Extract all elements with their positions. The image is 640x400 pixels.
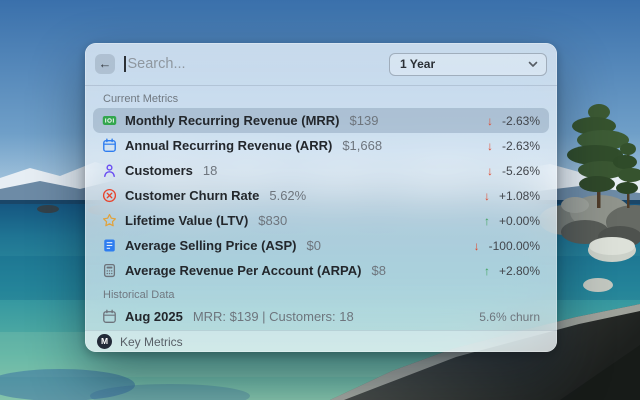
star-icon [102, 213, 117, 228]
metric-change: -100.00% [488, 238, 540, 253]
trend-up-icon: ↑ [483, 213, 490, 228]
app-logo-icon: M [97, 334, 112, 349]
calendar-blue-icon [102, 138, 117, 153]
banknote-icon [102, 113, 117, 128]
metric-title: Customer Churn Rate [125, 188, 260, 203]
key-metrics-window: ← 1 Year Current Metrics Monthly Recurrin… [85, 43, 557, 352]
calendar-gray-icon [102, 309, 117, 324]
metric-value: 5.62% [269, 188, 307, 203]
period-dropdown[interactable]: 1 Year [389, 52, 547, 76]
metric-title: Aug 2025 [125, 309, 183, 324]
trend-down-icon: ↓ [486, 113, 493, 128]
metric-row[interactable]: Average Revenue Per Account (ARPA) $8 ↑ +2.… [93, 258, 549, 283]
x-circle-icon [102, 188, 117, 203]
search-input[interactable] [125, 56, 380, 72]
metric-change: -5.26% [501, 163, 540, 178]
metric-title: Annual Recurring Revenue (ARR) [125, 138, 333, 153]
metric-title: Monthly Recurring Revenue (MRR) [125, 113, 340, 128]
trend-down-icon: ↓ [486, 163, 493, 178]
period-dropdown-value: 1 Year [400, 57, 436, 71]
metric-title: Average Revenue Per Account (ARPA) [125, 263, 362, 278]
row-accessory: 5.6% churn [479, 309, 540, 324]
metric-title: Customers [125, 163, 193, 178]
metric-title: Lifetime Value (LTV) [125, 213, 249, 228]
trend-down-icon: ↓ [473, 238, 480, 253]
metric-row[interactable]: Lifetime Value (LTV) $830 ↑ +0.00% [93, 208, 549, 233]
metric-change: -2.63% [501, 138, 540, 153]
metric-value: $830 [258, 213, 288, 228]
trend-down-icon: ↓ [486, 138, 493, 153]
metric-change: +0.00% [498, 213, 540, 228]
chevron-down-icon [528, 61, 538, 68]
trend-up-icon: ↑ [483, 263, 490, 278]
app-name: Key Metrics [120, 334, 183, 349]
metric-row[interactable]: Monthly Recurring Revenue (MRR) $139 ↓ -2.6… [93, 108, 549, 133]
metric-row[interactable]: Annual Recurring Revenue (ARR) $1,668 ↓ -2.… [93, 133, 549, 158]
metric-value: $8 [371, 263, 386, 278]
person-icon [102, 163, 117, 178]
search-header: ← 1 Year [85, 43, 557, 86]
metric-row[interactable]: Customer Churn Rate 5.62% ↓ +1.08% [93, 183, 549, 208]
metric-row[interactable]: Aug 2025 MRR: $139 | Customers: 18 5.6% ch… [93, 304, 549, 329]
section-label: Historical Data [103, 289, 175, 301]
calculator-icon [102, 263, 117, 278]
metric-value: $0 [306, 238, 321, 253]
metric-row[interactable]: Average Selling Price (ASP) $0 ↓ -100.00% [93, 233, 549, 258]
footer-bar: M Key Metrics [85, 330, 557, 352]
metric-value: MRR: $139 | Customers: 18 [192, 309, 354, 324]
metric-value: $139 [349, 113, 379, 128]
metric-change: +2.80% [498, 263, 540, 278]
search-field[interactable] [124, 56, 380, 72]
metric-change: +1.08% [498, 188, 540, 203]
desktop: ← 1 Year Current Metrics Monthly Recurrin… [0, 0, 640, 400]
metric-value: 18 [202, 163, 218, 178]
metric-value: $1,668 [342, 138, 383, 153]
metric-change: -2.63% [501, 113, 540, 128]
results-list: Current Metrics Monthly Recurring Revenue… [85, 86, 557, 330]
trend-down-icon: ↓ [483, 188, 490, 203]
document-icon [102, 238, 117, 253]
metric-title: Average Selling Price (ASP) [125, 238, 297, 253]
metric-row[interactable]: Customers 18 ↓ -5.26% [93, 158, 549, 183]
back-button[interactable]: ← [95, 54, 115, 74]
section-label: Current Metrics [103, 93, 179, 105]
